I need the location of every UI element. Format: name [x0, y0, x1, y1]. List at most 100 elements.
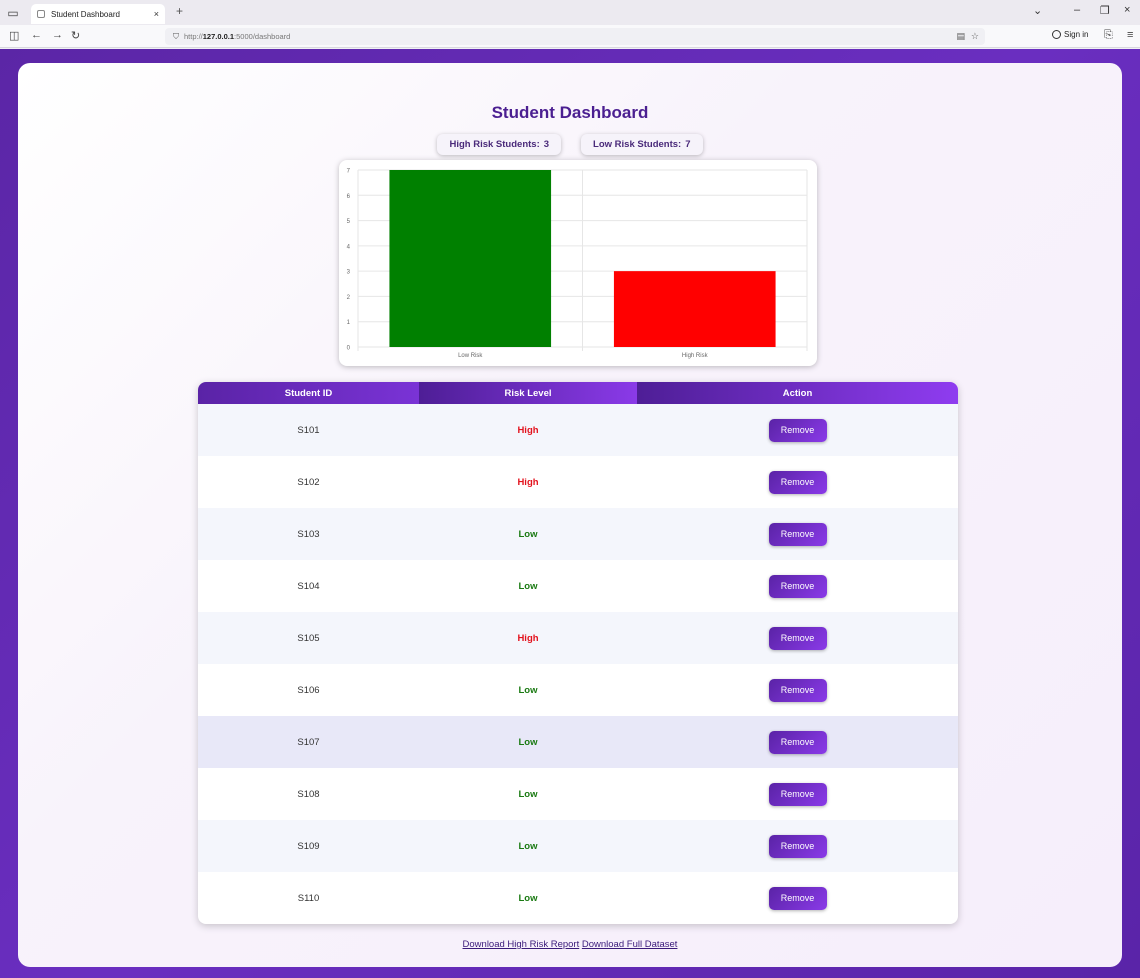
student-id-cell: S107 — [297, 736, 320, 748]
bookmark-star-icon[interactable]: ☆ — [971, 31, 979, 42]
y-tick-label: 0 — [347, 346, 351, 352]
stat-label: High Risk Students: — [449, 139, 540, 150]
risk-level-cell: Low — [518, 892, 538, 904]
action-cell: Remove — [637, 626, 958, 650]
account-icon — [1052, 30, 1061, 39]
download-links: Download High Risk Report Download Full … — [18, 939, 1122, 950]
table-row: S102 High Remove — [198, 456, 958, 508]
remove-button[interactable]: Remove — [768, 834, 827, 858]
table-header: Student ID Risk Level Action — [198, 382, 958, 404]
y-tick-label: 2 — [347, 295, 351, 301]
risk-level-cell: Low — [518, 684, 538, 696]
action-cell: Remove — [637, 574, 958, 598]
action-cell: Remove — [637, 886, 958, 910]
action-cell: Remove — [637, 418, 958, 442]
y-tick-label: 4 — [347, 244, 351, 250]
student-id-cell: S104 — [297, 580, 320, 592]
table-row: S103 Low Remove — [198, 508, 958, 560]
risk-bar-chart: 0 1 2 3 4 5 6 7 Low Risk High Risk — [339, 160, 817, 366]
student-id-cell: S103 — [297, 528, 320, 540]
action-cell: Remove — [637, 522, 958, 546]
url-scheme: http:// — [184, 32, 203, 41]
close-tab-icon[interactable]: × — [154, 9, 159, 19]
table-row: S104 Low Remove — [198, 560, 958, 612]
page-background: Student Dashboard High Risk Students: 3 … — [0, 49, 1140, 978]
y-tick-label: 3 — [347, 270, 351, 276]
header-student-id: Student ID — [198, 382, 419, 404]
new-tab-icon[interactable]: + — [176, 4, 183, 18]
restore-icon[interactable]: ❐ — [1100, 4, 1110, 17]
dashboard-card: Student Dashboard High Risk Students: 3 … — [18, 63, 1122, 967]
student-id-cell: S106 — [297, 684, 320, 696]
risk-level-cell: High — [517, 424, 539, 436]
browser-nav-bar: ◫ ← → ↻ ⛉ http://127.0.0.1:5000/dashboar… — [0, 25, 1140, 48]
student-id-cell: S101 — [297, 424, 320, 436]
header-action: Action — [637, 382, 958, 404]
sign-in-label: Sign in — [1064, 30, 1089, 39]
low-risk-stat: Low Risk Students: 7 — [581, 134, 703, 155]
risk-level-cell: Low — [518, 736, 538, 748]
browser-tab-bar: ▭ Student Dashboard × + ⌄ – ❐ × — [0, 0, 1140, 25]
table-row: S110 Low Remove — [198, 872, 958, 924]
remove-button[interactable]: Remove — [768, 626, 827, 650]
page-icon — [37, 10, 45, 18]
high-risk-stat: High Risk Students: 3 — [437, 134, 562, 155]
reload-icon[interactable]: ↻ — [71, 29, 80, 42]
risk-level-cell: Low — [518, 840, 538, 852]
action-cell: Remove — [637, 782, 958, 806]
risk-level-cell: Low — [518, 788, 538, 800]
y-tick-label: 1 — [347, 320, 351, 326]
page-title: Student Dashboard — [491, 103, 649, 122]
student-id-cell: S110 — [297, 892, 320, 904]
y-tick-label: 5 — [347, 219, 351, 225]
stat-value: 3 — [543, 139, 550, 150]
y-tick-label: 7 — [347, 169, 351, 175]
tab-list-icon[interactable]: ▭ — [0, 6, 26, 20]
chevron-down-icon[interactable]: ⌄ — [1033, 4, 1042, 17]
extensions-icon[interactable]: ⎘ — [1104, 29, 1113, 42]
chart-svg: 0 1 2 3 4 5 6 7 Low Risk High Risk — [347, 169, 808, 359]
remove-button[interactable]: Remove — [768, 886, 827, 910]
remove-button[interactable]: Remove — [768, 522, 827, 546]
remove-button[interactable]: Remove — [768, 782, 827, 806]
reader-view-icon[interactable]: ▤ — [956, 31, 965, 42]
sign-in-button[interactable]: Sign in — [1052, 30, 1088, 39]
stat-value: 7 — [685, 139, 691, 150]
table-body: S101 High Remove S102 High Remove S103 Low Remov… — [198, 404, 958, 924]
back-icon[interactable]: ← — [31, 29, 42, 41]
address-bar[interactable]: ⛉ http://127.0.0.1:5000/dashboard ▤ ☆ — [165, 28, 985, 45]
risk-level-cell: Low — [518, 528, 538, 540]
url-path: :5000/dashboard — [234, 32, 291, 41]
browser-tab[interactable]: Student Dashboard × — [31, 4, 165, 24]
download-high-risk-link[interactable]: Download High Risk Report — [463, 939, 580, 950]
remove-button[interactable]: Remove — [768, 574, 827, 598]
student-id-cell: S105 — [297, 632, 320, 644]
risk-level-cell: Low — [518, 580, 538, 592]
header-risk-level: Risk Level — [419, 382, 637, 404]
remove-button[interactable]: Remove — [768, 418, 827, 442]
table-row: S107 Low Remove — [198, 716, 958, 768]
table-row: S101 High Remove — [198, 404, 958, 456]
close-window-icon[interactable]: × — [1124, 4, 1130, 16]
sidebar-icon[interactable]: ◫ — [9, 29, 19, 42]
forward-icon[interactable]: → — [52, 29, 63, 41]
action-cell: Remove — [637, 834, 958, 858]
table-row: S106 Low Remove — [198, 664, 958, 716]
x-tick-label: High Risk — [682, 353, 709, 359]
minimize-icon[interactable]: – — [1074, 4, 1080, 16]
stats-row: High Risk Students: 3 Low Risk Students:… — [18, 134, 1122, 155]
students-table: Student ID Risk Level Action S101 High Rem… — [198, 382, 958, 924]
download-full-dataset-link[interactable]: Download Full Dataset — [582, 939, 678, 950]
url-host: 127.0.0.1 — [202, 32, 235, 41]
risk-level-cell: High — [517, 632, 539, 644]
remove-button[interactable]: Remove — [768, 730, 827, 754]
remove-button[interactable]: Remove — [768, 470, 827, 494]
stat-label: Low Risk Students: — [593, 139, 682, 150]
table-row: S109 Low Remove — [198, 820, 958, 872]
y-tick-label: 6 — [347, 194, 351, 200]
table-row: S108 Low Remove — [198, 768, 958, 820]
x-tick-label: Low Risk — [458, 353, 483, 359]
menu-icon[interactable]: ≡ — [1127, 29, 1133, 41]
remove-button[interactable]: Remove — [768, 678, 827, 702]
table-row: S105 High Remove — [198, 612, 958, 664]
